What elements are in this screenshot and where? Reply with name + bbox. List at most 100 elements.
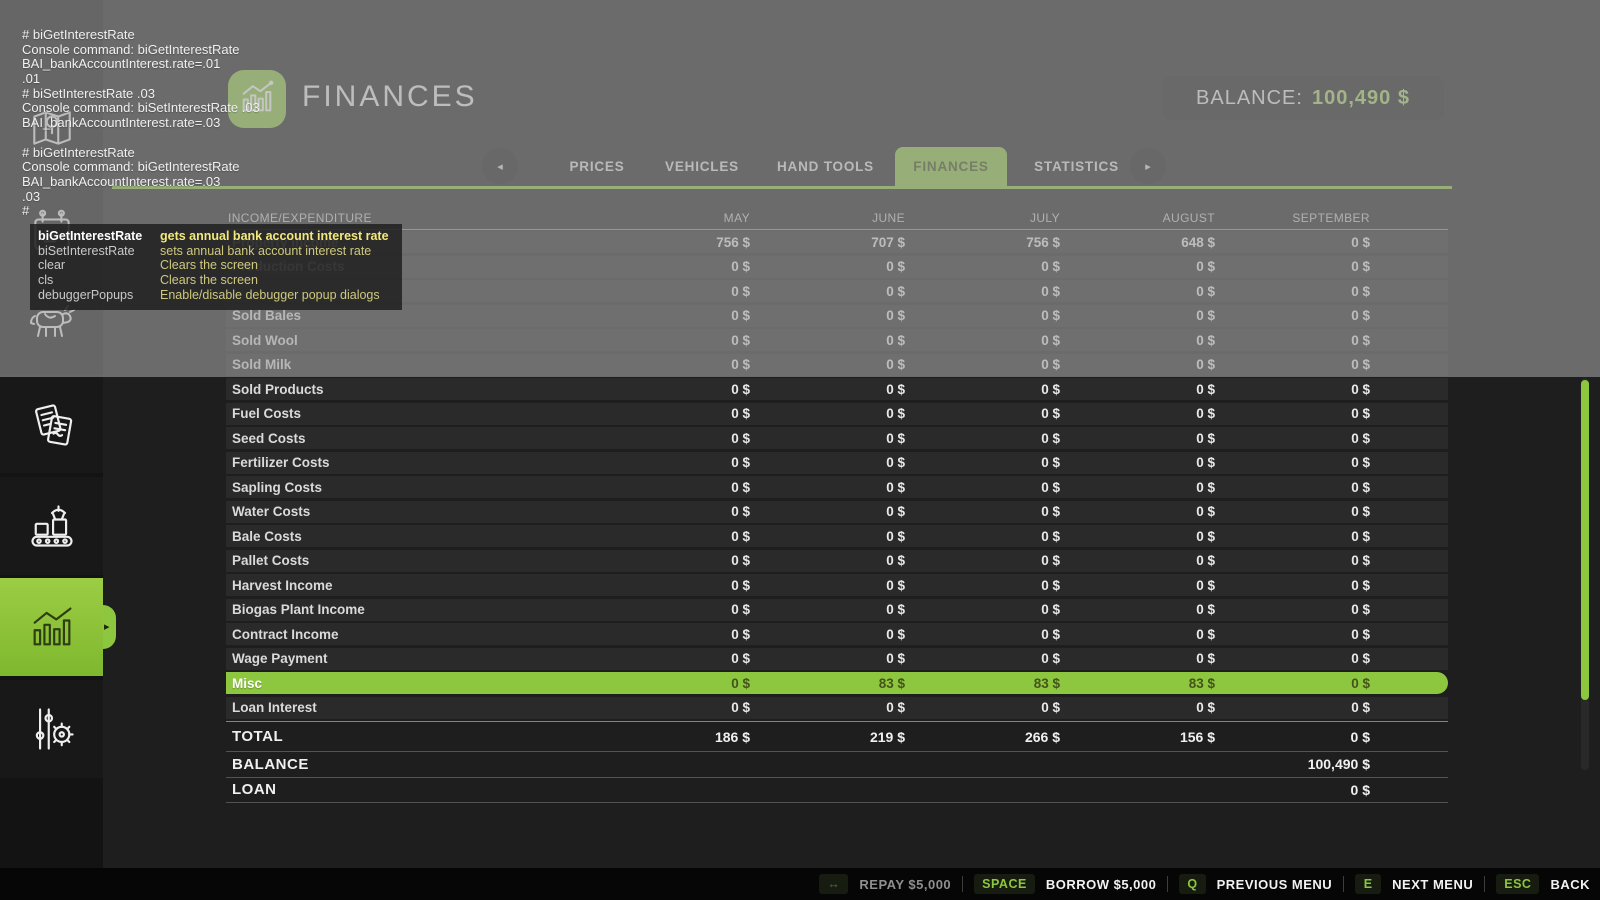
row-value: 0 $ — [750, 651, 905, 666]
autocomplete-entry[interactable]: biGetInterestRategets annual bank accoun… — [38, 229, 394, 244]
table-row[interactable]: Sold Products0 $0 $0 $0 $0 $ — [226, 378, 1448, 400]
row-value: 0 $ — [1215, 627, 1370, 642]
row-value: 0 $ — [905, 529, 1060, 544]
row-value: 0 $ — [1060, 602, 1215, 617]
autocomplete-entry[interactable]: biSetInterestRatesets annual bank accoun… — [38, 244, 394, 259]
table-row-selected[interactable]: Misc0 $83 $83 $83 $0 $ — [226, 672, 1448, 694]
summary-label: BALANCE — [226, 756, 595, 773]
row-value: 0 $ — [1215, 700, 1370, 715]
row-label: Contract Income — [226, 627, 595, 642]
row-label: Biogas Plant Income — [226, 602, 595, 617]
console-line — [22, 131, 260, 146]
row-value: 0 $ — [1060, 578, 1215, 593]
autocomplete-command: clear — [38, 258, 160, 273]
sidebar-active-arrow-icon: ▸ — [104, 619, 110, 635]
table-row[interactable]: Bale Costs0 $0 $0 $0 $0 $ — [226, 525, 1448, 547]
bar-chart-icon — [26, 601, 78, 653]
autocomplete-command: debuggerPopups — [38, 288, 160, 303]
row-value: 0 $ — [1215, 529, 1370, 544]
row-value: 0 $ — [1215, 504, 1370, 519]
console-line: .01 — [22, 72, 260, 87]
sidebar-item-contracts[interactable] — [0, 375, 103, 473]
scrollbar-thumb[interactable] — [1581, 380, 1589, 700]
summary-value: 0 $ — [1215, 782, 1370, 798]
axis-left-right-icon: ↔ — [819, 874, 848, 894]
row-value: 0 $ — [1060, 382, 1215, 397]
table-row[interactable]: Wage Payment0 $0 $0 $0 $0 $ — [226, 648, 1448, 670]
summary-value: 266 $ — [905, 729, 1060, 745]
autocomplete-entry[interactable]: clearClears the screen — [38, 258, 394, 273]
summary-row-loan: LOAN0 $ — [226, 777, 1448, 804]
hint-repay-5-000[interactable]: ↔REPAY $5,000 — [819, 874, 951, 894]
row-value: 0 $ — [1060, 627, 1215, 642]
row-value: 0 $ — [595, 504, 750, 519]
console-line: BAI_bankAccountInterest.rate=.03 — [22, 175, 260, 190]
console-line: Console command: biGetInterestRate — [22, 43, 260, 58]
console-line: # — [22, 204, 260, 219]
sidebar-item-settings[interactable] — [0, 680, 103, 778]
console-output: # biGetInterestRateConsole command: biGe… — [22, 28, 260, 219]
row-value: 0 $ — [905, 627, 1060, 642]
row-value: 0 $ — [1060, 504, 1215, 519]
hint-separator — [1167, 876, 1168, 892]
row-value: 0 $ — [1215, 455, 1370, 470]
table-row[interactable]: Pallet Costs0 $0 $0 $0 $0 $ — [226, 550, 1448, 572]
row-value: 0 $ — [750, 529, 905, 544]
row-value: 0 $ — [750, 480, 905, 495]
key-q-badge: Q — [1179, 874, 1205, 894]
console-line: BAI_bankAccountInterest.rate=.03 — [22, 116, 260, 131]
row-value: 0 $ — [750, 431, 905, 446]
row-value: 0 $ — [905, 602, 1060, 617]
footer-hint-bar: ↔REPAY $5,000 SPACEBORROW $5,000 Q PREVIOUS… — [0, 868, 1600, 900]
row-label: Bale Costs — [226, 529, 595, 544]
table-row[interactable]: Biogas Plant Income0 $0 $0 $0 $0 $ — [226, 599, 1448, 621]
table-row[interactable]: Water Costs0 $0 $0 $0 $0 $ — [226, 501, 1448, 523]
row-value: 0 $ — [750, 700, 905, 715]
row-value: 0 $ — [750, 602, 905, 617]
autocomplete-command: biGetInterestRate — [38, 229, 160, 244]
row-label: Harvest Income — [226, 578, 595, 593]
row-value: 0 $ — [595, 529, 750, 544]
row-value: 0 $ — [905, 700, 1060, 715]
row-value: 0 $ — [905, 553, 1060, 568]
hint-separator — [1343, 876, 1344, 892]
hint-label: PREVIOUS MENU — [1217, 877, 1333, 892]
row-value: 0 $ — [595, 578, 750, 593]
row-value: 0 $ — [1215, 602, 1370, 617]
hint-label: BORROW $5,000 — [1046, 877, 1157, 892]
hint-back[interactable]: ESCBACK — [1496, 874, 1590, 894]
autocomplete-command: biSetInterestRate — [38, 244, 160, 259]
table-row[interactable]: Seed Costs0 $0 $0 $0 $0 $ — [226, 427, 1448, 449]
hint-previous-menu[interactable]: Q PREVIOUS MENU — [1179, 874, 1332, 894]
autocomplete-entry[interactable]: debuggerPopupsEnable/disable debugger po… — [38, 288, 394, 303]
console-line: Console command: biSetInterestRate .03 — [22, 101, 260, 116]
row-label: Water Costs — [226, 504, 595, 519]
row-value: 83 $ — [1060, 676, 1215, 691]
table-row[interactable]: Contract Income0 $0 $0 $0 $0 $ — [226, 623, 1448, 645]
table-row[interactable]: Fertilizer Costs0 $0 $0 $0 $0 $ — [226, 452, 1448, 474]
row-value: 0 $ — [750, 627, 905, 642]
hint-borrow-5-000[interactable]: SPACEBORROW $5,000 — [974, 874, 1156, 894]
table-row[interactable]: Fuel Costs0 $0 $0 $0 $0 $ — [226, 403, 1448, 425]
table-row[interactable]: Loan Interest0 $0 $0 $0 $0 $ — [226, 697, 1448, 719]
table-row[interactable]: Sapling Costs0 $0 $0 $0 $0 $ — [226, 476, 1448, 498]
autocomplete-command: cls — [38, 273, 160, 288]
console-line: BAI_bankAccountInterest.rate=.01 — [22, 57, 260, 72]
table-row[interactable]: Harvest Income0 $0 $0 $0 $0 $ — [226, 574, 1448, 596]
row-value: 0 $ — [1215, 480, 1370, 495]
autocomplete-entry[interactable]: clsClears the screen — [38, 273, 394, 288]
sidebar-item-production[interactable] — [0, 477, 103, 575]
row-value: 0 $ — [1215, 406, 1370, 421]
row-value: 0 $ — [1060, 700, 1215, 715]
row-value: 0 $ — [1060, 553, 1215, 568]
row-label: Sold Products — [226, 382, 595, 397]
row-label: Loan Interest — [226, 700, 595, 715]
hint-next-menu[interactable]: ENEXT MENU — [1355, 874, 1473, 894]
sidebar-item-finances[interactable] — [0, 578, 103, 676]
row-value: 0 $ — [595, 455, 750, 470]
row-value: 0 $ — [1060, 455, 1215, 470]
sliders-gear-icon — [26, 703, 78, 755]
row-label: Misc — [226, 676, 595, 691]
summary-value: 0 $ — [1215, 729, 1370, 745]
row-value: 0 $ — [1215, 431, 1370, 446]
